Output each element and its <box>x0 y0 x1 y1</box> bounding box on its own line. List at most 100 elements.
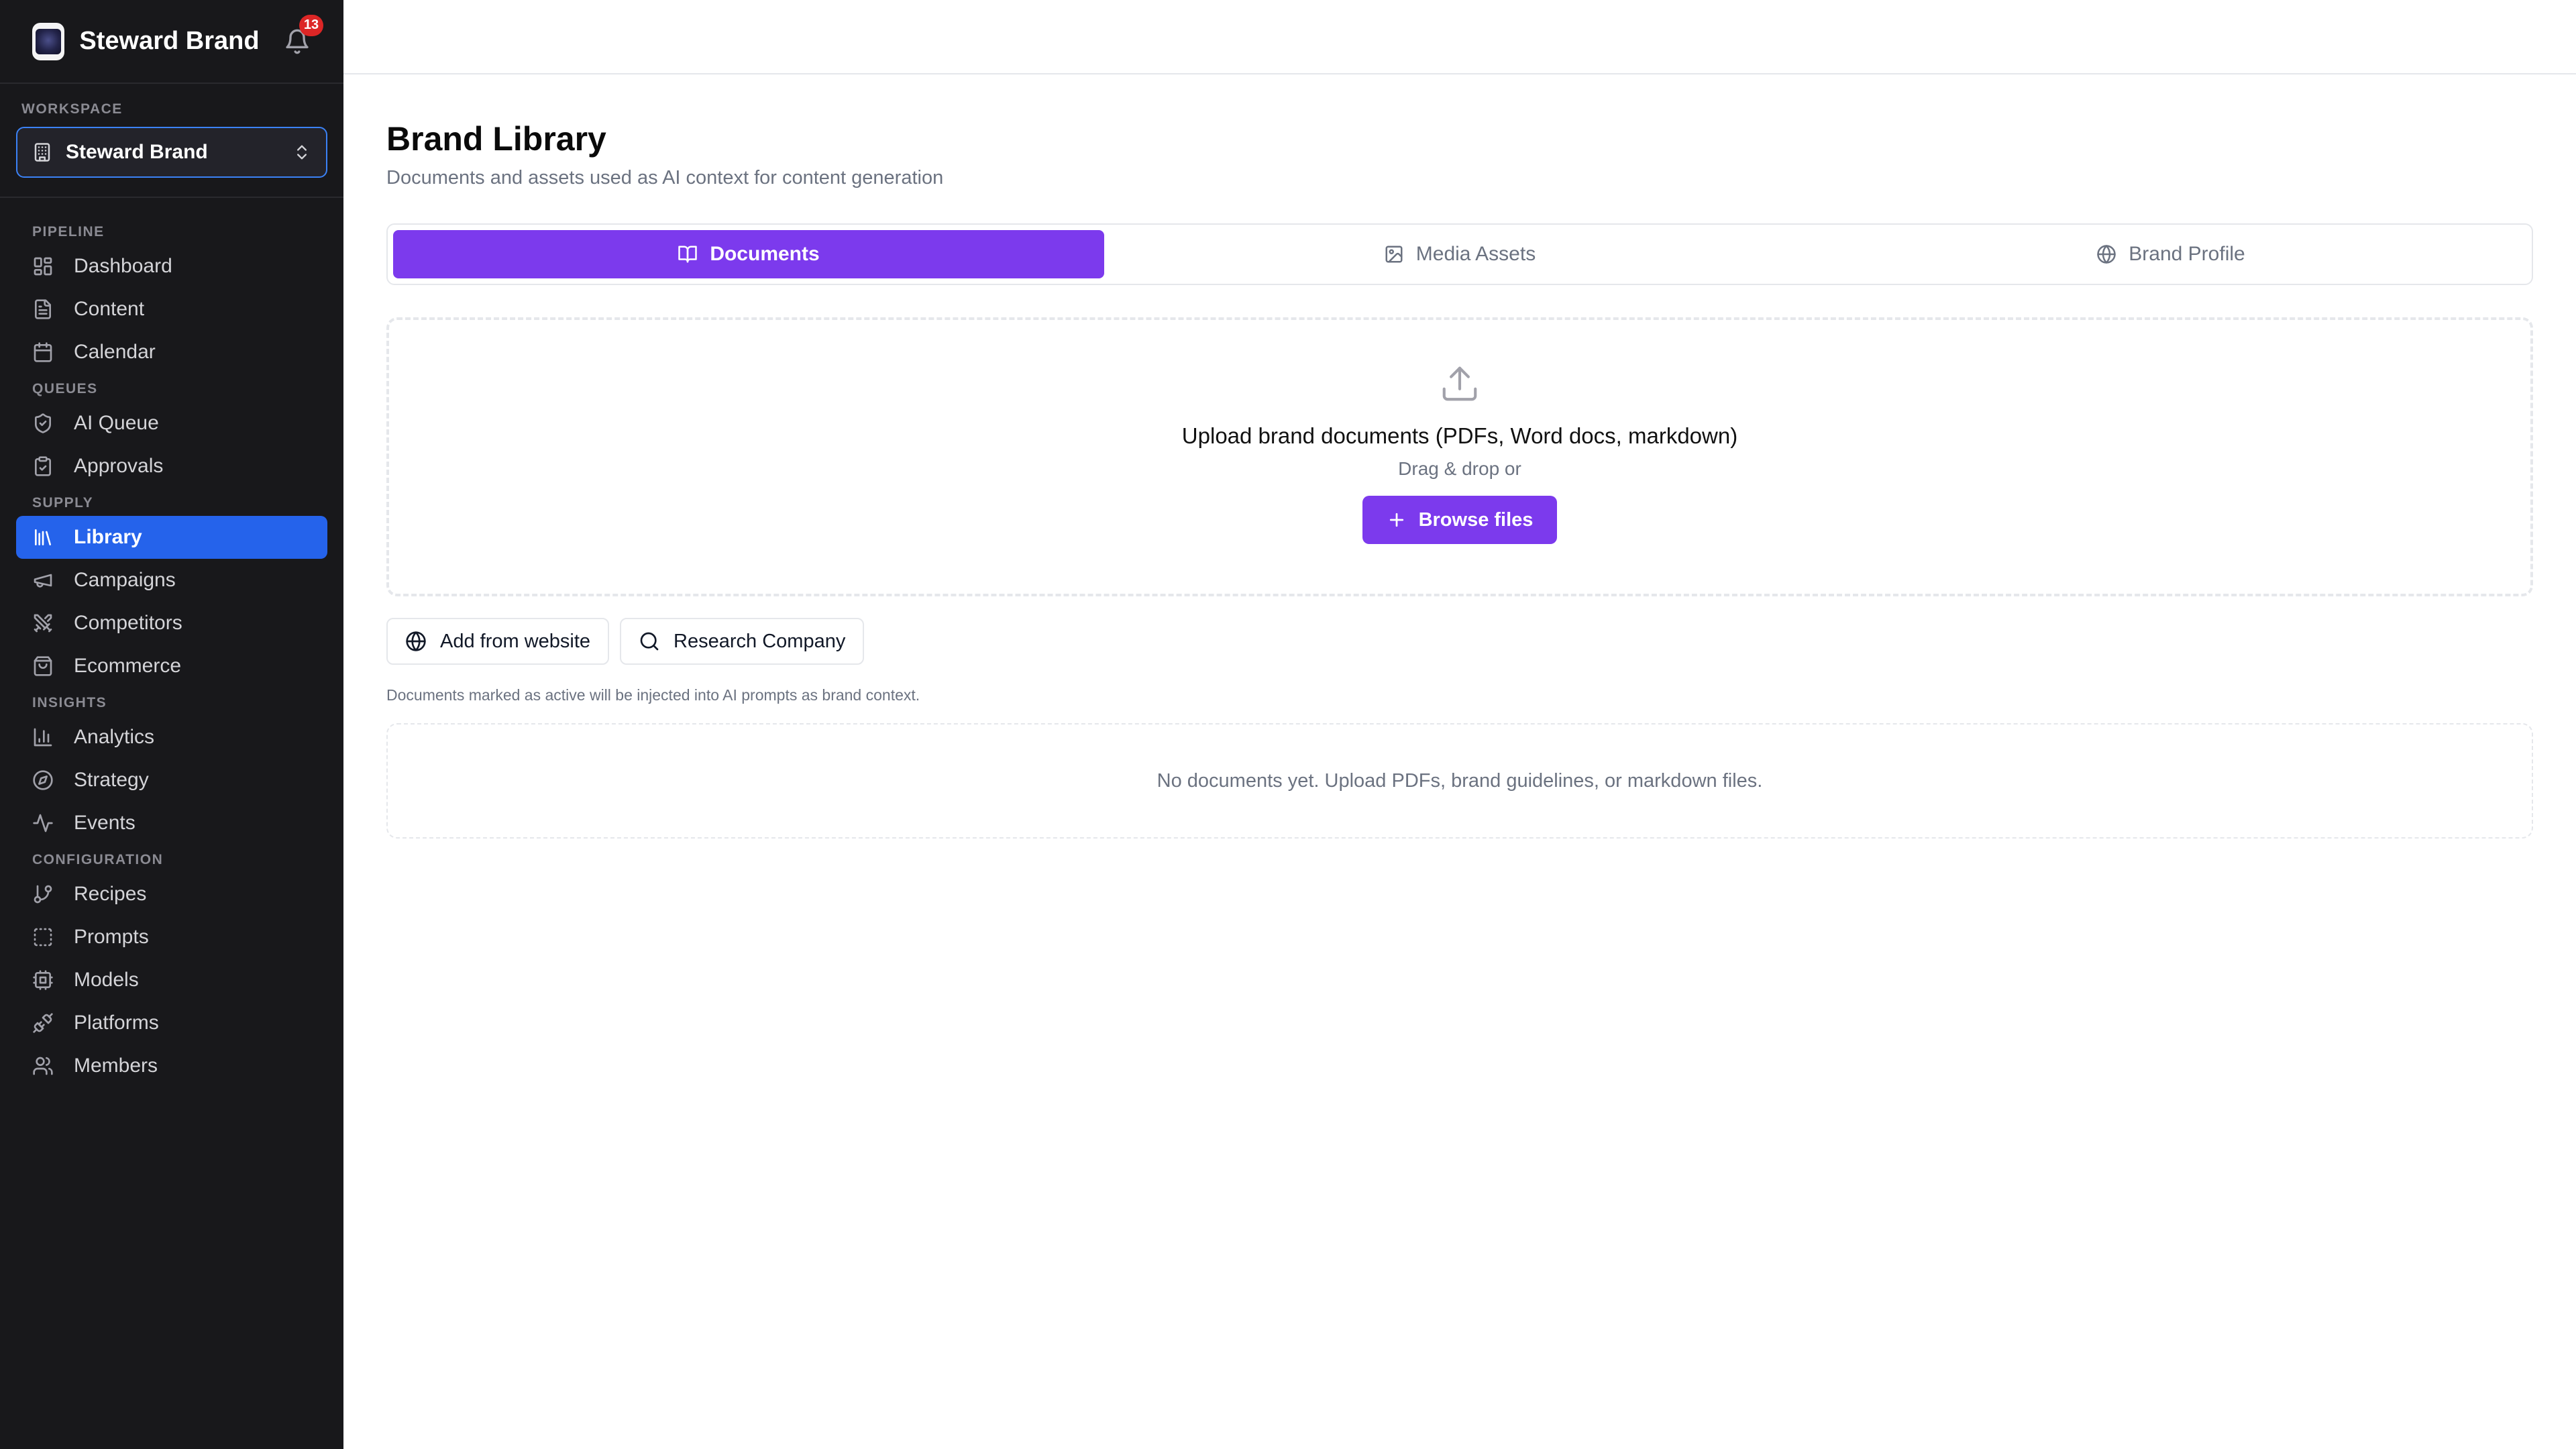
sidebar-item-label: Strategy <box>74 769 149 791</box>
library-actions: Add from website Research Company <box>386 618 2533 665</box>
notifications-button[interactable]: 13 <box>284 14 323 58</box>
sidebar-item-label: Dashboard <box>74 255 172 277</box>
browse-files-label: Browse files <box>1418 508 1534 531</box>
calendar-icon <box>34 342 52 362</box>
sidebar-item-label: Members <box>74 1055 158 1077</box>
notification-count-badge: 13 <box>299 14 323 36</box>
top-bar <box>343 0 2576 74</box>
cpu-icon <box>33 970 53 990</box>
sidebar-item-label: Ecommerce <box>74 655 182 677</box>
research-company-button[interactable]: Research Company <box>620 618 865 665</box>
sidebar-item-label: Analytics <box>74 726 155 748</box>
sidebar-item-content[interactable]: Content <box>16 288 327 331</box>
sidebar-item-library[interactable]: Library <box>16 516 327 559</box>
add-from-website-button[interactable]: Add from website <box>386 618 610 665</box>
sidebar-item-label: Library <box>74 526 142 548</box>
sidebar-header: Steward Brand 13 <box>0 0 343 84</box>
chevrons-up-down-icon <box>297 145 307 160</box>
image-icon <box>1385 246 1403 263</box>
nav-section-label: INSIGHTS <box>32 695 107 710</box>
tab-documents[interactable]: Documents <box>393 230 1104 278</box>
activity-icon <box>33 814 53 833</box>
swords-icon <box>34 614 52 633</box>
plus-icon <box>1389 513 1403 527</box>
workspace-label: WORKSPACE <box>21 101 123 117</box>
book-open-icon <box>678 246 698 263</box>
sidebar-item-competitors[interactable]: Competitors <box>16 602 327 645</box>
nav-section-insights: INSIGHTS Analytics Strategy Events <box>16 693 327 845</box>
nav-section-pipeline: PIPELINE Dashboard Content Calendar <box>16 222 327 374</box>
active-documents-hint: Documents marked as active will be injec… <box>386 686 920 704</box>
upload-subtitle: Drag & drop or <box>1398 458 1521 479</box>
tab-media-assets[interactable]: Media Assets <box>1104 230 1815 278</box>
git-branch-icon <box>34 885 52 904</box>
tab-brand-profile[interactable]: Brand Profile <box>1815 230 2526 278</box>
sidebar-item-label: Campaigns <box>74 569 176 591</box>
sidebar-item-label: Content <box>74 298 145 320</box>
sidebar-item-recipes[interactable]: Recipes <box>16 873 327 916</box>
globe-icon <box>406 631 426 651</box>
nav-section-label: QUEUES <box>32 381 98 396</box>
sidebar-item-label: Competitors <box>74 612 182 634</box>
sidebar-item-label: Models <box>74 969 139 991</box>
globe-icon <box>2097 245 2116 264</box>
sidebar-item-label: Events <box>74 812 136 834</box>
nav-section-configuration: CONFIGURATION Recipes Prompts Models Platfor… <box>16 850 327 1087</box>
search-icon <box>640 632 659 651</box>
sidebar-item-label: Calendar <box>74 341 156 363</box>
page-subtitle: Documents and assets used as AI context … <box>386 167 944 189</box>
sidebar-item-events[interactable]: Events <box>16 802 327 845</box>
sidebar-item-dashboard[interactable]: Dashboard <box>16 245 327 288</box>
documents-empty-state: No documents yet. Upload PDFs, brand gui… <box>386 723 2533 839</box>
upload-title: Upload brand documents (PDFs, Word docs,… <box>1181 423 1738 448</box>
library-icon <box>35 529 51 545</box>
sidebar-item-strategy[interactable]: Strategy <box>16 759 327 802</box>
workspace-block: WORKSPACE Steward Brand <box>0 84 343 198</box>
sidebar-item-prompts[interactable]: Prompts <box>16 916 327 959</box>
file-text-icon <box>35 299 51 319</box>
building-icon <box>34 143 50 162</box>
layout-grid-icon <box>34 257 52 276</box>
tab-media-assets-label: Media Assets <box>1415 243 1536 265</box>
workspace-selector[interactable]: Steward Brand <box>16 127 327 178</box>
sidebar-item-analytics[interactable]: Analytics <box>16 716 327 759</box>
sidebar-nav: PIPELINE Dashboard Content Calendar QUEUES AI… <box>0 198 343 1087</box>
megaphone-icon <box>34 574 52 588</box>
sidebar-item-models[interactable]: Models <box>16 959 327 1002</box>
upload-dropzone[interactable]: Upload brand documents (PDFs, Word docs,… <box>386 317 2533 596</box>
workspace-name: Steward Brand <box>66 141 208 163</box>
sidebar-item-label: Approvals <box>74 455 164 477</box>
sidebar-item-ecommerce[interactable]: Ecommerce <box>16 645 327 688</box>
bar-chart-icon <box>34 728 52 747</box>
nav-section-supply: SUPPLY Library Campaigns Competitors Ecommer… <box>16 493 327 688</box>
sidebar-item-label: Platforms <box>74 1012 159 1034</box>
sidebar-item-platforms[interactable]: Platforms <box>16 1002 327 1044</box>
nav-section-label: PIPELINE <box>32 224 105 239</box>
sidebar-item-members[interactable]: Members <box>16 1044 327 1087</box>
tab-documents-label: Documents <box>710 243 820 265</box>
add-from-website-label: Add from website <box>440 630 591 652</box>
sidebar-item-label: Prompts <box>74 926 149 948</box>
research-company-label: Research Company <box>674 630 846 652</box>
browse-files-button[interactable]: Browse files <box>1362 496 1558 544</box>
clipboard-check-icon <box>35 456 51 476</box>
nav-section-queues: QUEUES AI Queue Approvals <box>16 379 327 488</box>
main-content: Brand Library Documents and assets used … <box>386 74 2533 839</box>
sidebar-item-label: Recipes <box>74 883 147 905</box>
users-icon <box>33 1057 53 1075</box>
shield-check-icon <box>35 413 51 433</box>
nav-section-label: CONFIGURATION <box>32 852 164 867</box>
plug-icon <box>33 1013 53 1033</box>
sidebar-item-ai-queue[interactable]: AI Queue <box>16 402 327 445</box>
shopping-bag-icon <box>34 656 52 676</box>
dashed-square-icon <box>34 928 52 947</box>
tab-brand-profile-label: Brand Profile <box>2129 243 2245 265</box>
library-tabs: Documents Media Assets Brand Profile <box>386 223 2533 285</box>
sidebar-item-campaigns[interactable]: Campaigns <box>16 559 327 602</box>
nav-section-label: SUPPLY <box>32 495 94 511</box>
sidebar-item-calendar[interactable]: Calendar <box>16 331 327 374</box>
compass-icon <box>33 770 53 790</box>
brand-logo[interactable] <box>32 22 65 60</box>
sidebar-item-approvals[interactable]: Approvals <box>16 445 327 488</box>
sidebar: Steward Brand 13 WORKSPACE Steward Brand… <box>0 0 343 1449</box>
